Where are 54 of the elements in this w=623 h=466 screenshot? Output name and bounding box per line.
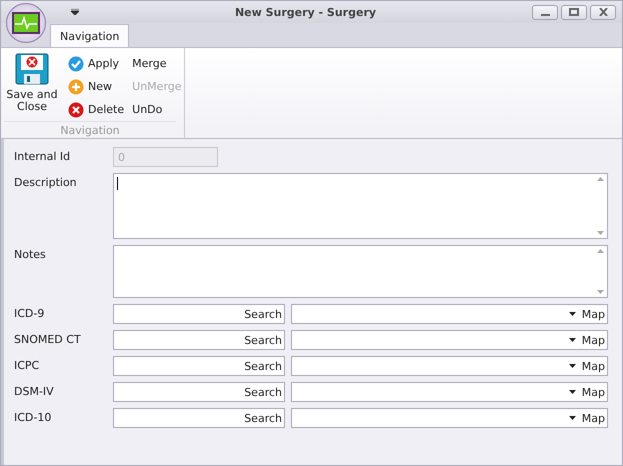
field-label: DSM-IV [14,384,55,400]
ribbon-button[interactable]: UnDo [130,98,184,121]
maximize-button[interactable] [561,4,587,20]
search-button[interactable]: Search [242,412,284,424]
search-button[interactable]: Search [242,386,284,398]
ribbon-button[interactable]: New [66,75,126,98]
code-search-field[interactable]: Search [113,330,285,350]
window-title: New Surgery - Surgery [234,6,378,18]
ribbon-button[interactable]: Delete [66,98,126,121]
map-button[interactable]: Map [566,360,607,372]
delete-icon [68,102,84,118]
map-button[interactable]: Map [566,334,607,346]
search-button[interactable]: Search [242,308,284,320]
save-and-close-button[interactable]: Save and Close [4,51,60,121]
field-label: ICD-10 [14,410,52,426]
field-label: Internal Id [14,149,72,165]
minimize-button[interactable] [532,4,558,20]
dropdown-arrow-icon [568,416,576,420]
ribbon-tab[interactable]: Navigation [50,24,130,47]
code-search-field[interactable]: Search [113,356,285,376]
map-dropdown[interactable]: Map [291,356,608,376]
search-button[interactable]: Search [242,360,284,372]
search-button[interactable]: Search [242,334,284,346]
close-icon [598,8,608,16]
map-button[interactable]: Map [566,386,607,398]
map-dropdown[interactable]: Map [291,382,608,402]
maximize-icon [569,8,579,16]
code-search-field[interactable]: Search [113,408,285,428]
checkmark-icon [68,56,84,72]
map-button[interactable]: Map [566,308,607,320]
dropdown-arrow-icon [568,390,576,394]
field-label: Description [14,175,78,191]
map-dropdown[interactable]: Map [291,330,608,350]
plus-icon [68,78,84,94]
map-dropdown[interactable]: Map [291,408,608,428]
heartbeat-monitor-icon [12,12,40,34]
ribbon-button[interactable]: Merge [130,52,184,75]
dropdown-arrow-icon[interactable] [71,9,79,15]
field-label: ICPC [14,358,40,374]
code-search-field[interactable]: Search [113,382,285,402]
ribbon-button[interactable]: Apply [66,52,126,75]
field-label: Notes [14,247,47,263]
notes-field[interactable] [113,245,608,298]
dropdown-arrow-icon [568,312,576,316]
description-field[interactable] [113,173,608,239]
dropdown-arrow-icon [568,364,576,368]
map-button[interactable]: Map [566,412,607,424]
dropdown-arrow-icon [568,338,576,342]
field-label: ICD-9 [14,306,46,322]
field-label: SNOMED CT [14,332,82,348]
close-button[interactable] [590,4,616,20]
app-menu-button[interactable] [6,3,46,43]
code-search-field[interactable]: Search [113,304,285,324]
map-dropdown[interactable]: Map [291,304,608,324]
